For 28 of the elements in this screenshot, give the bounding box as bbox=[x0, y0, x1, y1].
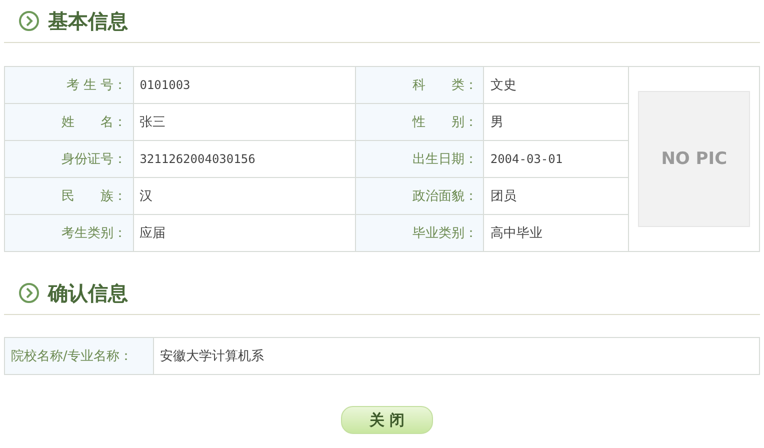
field-value: 张三 bbox=[140, 115, 166, 130]
field-value: 安徽大学计算机系 bbox=[160, 349, 264, 364]
field-value: 2004-03-01 bbox=[490, 152, 563, 166]
field-label: 姓 名： bbox=[62, 115, 127, 130]
section-title: 确认信息 bbox=[48, 280, 128, 306]
field-value: 高中毕业 bbox=[490, 226, 542, 241]
field-value: 男 bbox=[490, 115, 504, 130]
section-title: 基本信息 bbox=[48, 8, 128, 34]
field-value: 文史 bbox=[490, 78, 516, 93]
field-value: 汉 bbox=[140, 189, 153, 204]
no-photo-text: NO PIC bbox=[661, 149, 728, 169]
field-label: 性 别： bbox=[412, 115, 478, 130]
field-label: 毕业类别： bbox=[412, 226, 478, 241]
field-label: 考 生 号： bbox=[66, 78, 127, 93]
field-label: 政治面貌： bbox=[412, 189, 478, 204]
field-label: 科 类： bbox=[412, 78, 478, 93]
field-value: 0101003 bbox=[140, 78, 190, 92]
field-label: 出生日期： bbox=[412, 152, 478, 167]
field-label: 考生类别： bbox=[62, 226, 127, 241]
field-label: 院校名称/专业名称： bbox=[11, 349, 132, 364]
field-value: 3211262004030156 bbox=[140, 152, 256, 166]
field-value: 应届 bbox=[140, 226, 166, 241]
field-value: 团员 bbox=[490, 189, 516, 204]
chevron-circle-icon bbox=[18, 282, 40, 304]
field-label: 身份证号： bbox=[62, 152, 127, 167]
close-button[interactable]: 关 闭 bbox=[341, 406, 433, 434]
chevron-circle-icon bbox=[18, 10, 40, 32]
field-label: 民 族： bbox=[62, 189, 127, 204]
